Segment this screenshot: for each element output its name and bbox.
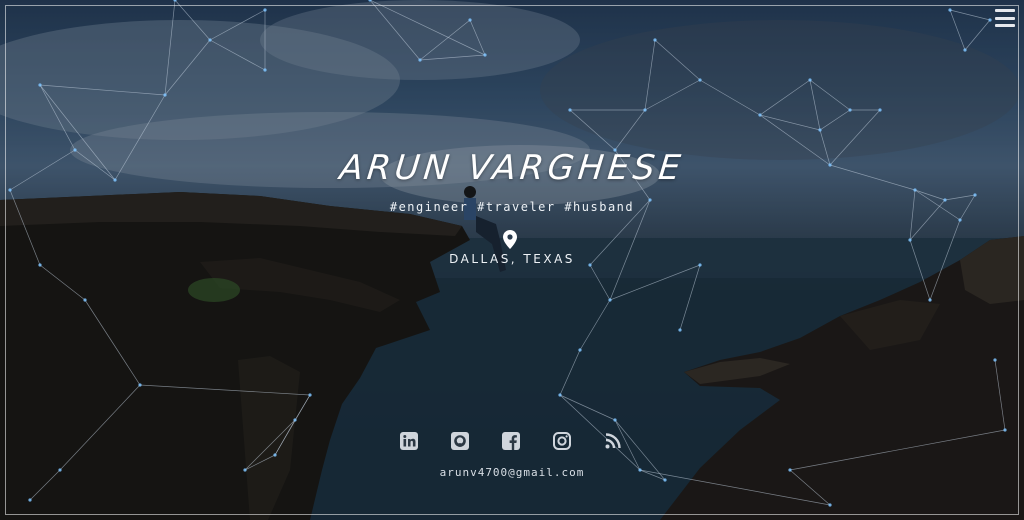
facebook-icon[interactable] — [500, 430, 522, 452]
network-edge — [789, 429, 1006, 471]
network-node — [38, 83, 42, 87]
network-edge — [84, 299, 141, 386]
network-node — [958, 218, 962, 222]
network-edge — [369, 0, 421, 61]
profile-location: DALLAS, TEXAS — [449, 252, 575, 266]
network-edge — [294, 394, 311, 421]
network-edge — [39, 84, 166, 96]
network-edge — [174, 0, 211, 41]
network-node — [758, 113, 762, 117]
network-node — [948, 8, 952, 12]
network-edge — [59, 384, 141, 471]
network-node — [263, 8, 267, 12]
network-edge — [609, 199, 651, 301]
network-node — [208, 38, 212, 42]
network-edge — [699, 79, 761, 116]
network-edge — [369, 0, 486, 56]
network-node — [28, 498, 32, 502]
network-edge — [39, 84, 76, 151]
network-node — [558, 393, 562, 397]
github-icon[interactable] — [449, 430, 471, 452]
email-link[interactable]: arunv4700@gmail.com — [0, 466, 1024, 479]
rss-icon[interactable] — [602, 430, 624, 452]
network-edge — [644, 79, 701, 111]
network-edge — [949, 9, 991, 21]
network-edge — [614, 109, 646, 151]
network-node — [293, 418, 297, 422]
network-node — [908, 238, 912, 242]
profile-tagline: #engineer #traveler #husband — [389, 200, 635, 214]
network-node — [613, 418, 617, 422]
network-edge — [609, 264, 701, 301]
network-node — [308, 393, 312, 397]
network-edge — [909, 189, 916, 241]
network-node — [138, 383, 142, 387]
network-edge — [759, 114, 821, 131]
linkedin-icon[interactable] — [398, 430, 420, 452]
instagram-icon[interactable] — [551, 430, 573, 452]
network-edge — [559, 394, 616, 421]
network-edge — [419, 19, 471, 61]
network-edge — [209, 9, 266, 41]
menu-bar — [995, 9, 1015, 12]
network-edge — [139, 384, 311, 396]
menu-bar — [995, 24, 1015, 27]
network-node — [468, 18, 472, 22]
network-edge — [164, 0, 176, 96]
profile-name: ARUN VARGHESE — [337, 148, 687, 188]
network-edge — [644, 39, 656, 111]
network-node — [993, 358, 997, 362]
network-node — [913, 188, 917, 192]
network-edge — [909, 239, 931, 301]
network-edge — [164, 39, 211, 96]
menu-bar — [995, 16, 1015, 20]
network-edge — [679, 264, 701, 331]
network-edge — [809, 79, 821, 131]
network-node — [643, 108, 647, 112]
network-edge — [589, 264, 611, 301]
network-node — [418, 58, 422, 62]
network-node — [963, 48, 967, 52]
map-pin-icon — [503, 230, 517, 249]
network-edge — [964, 19, 991, 51]
network-edge — [914, 189, 946, 201]
network-node — [578, 348, 582, 352]
network-node — [878, 108, 882, 112]
network-edge — [759, 79, 811, 116]
network-node — [1003, 428, 1007, 432]
network-edge — [244, 419, 296, 471]
network-node — [818, 128, 822, 132]
network-node — [973, 193, 977, 197]
network-node — [163, 93, 167, 97]
network-node — [928, 298, 932, 302]
network-node — [273, 453, 277, 457]
network-edge — [209, 39, 266, 71]
network-node — [8, 188, 12, 192]
network-edge — [469, 19, 486, 56]
network-node — [263, 68, 267, 72]
network-edge — [654, 39, 701, 81]
network-edge — [579, 299, 611, 351]
network-node — [83, 298, 87, 302]
network-node — [678, 328, 682, 332]
network-node — [653, 38, 657, 42]
network-node — [848, 108, 852, 112]
network-edge — [274, 419, 296, 456]
network-edge — [994, 359, 1006, 431]
network-node — [608, 298, 612, 302]
network-node — [828, 503, 832, 507]
network-edge — [39, 264, 86, 301]
network-edge — [949, 9, 966, 51]
network-node — [808, 78, 812, 82]
hamburger-menu-icon[interactable] — [995, 9, 1015, 27]
network-edge — [819, 109, 851, 131]
network-node — [568, 108, 572, 112]
network-node — [698, 78, 702, 82]
network-node — [988, 18, 992, 22]
network-edge — [419, 54, 486, 61]
network-edge — [559, 349, 581, 396]
network-edge — [569, 109, 616, 151]
network-edge — [809, 79, 851, 111]
network-node — [483, 53, 487, 57]
